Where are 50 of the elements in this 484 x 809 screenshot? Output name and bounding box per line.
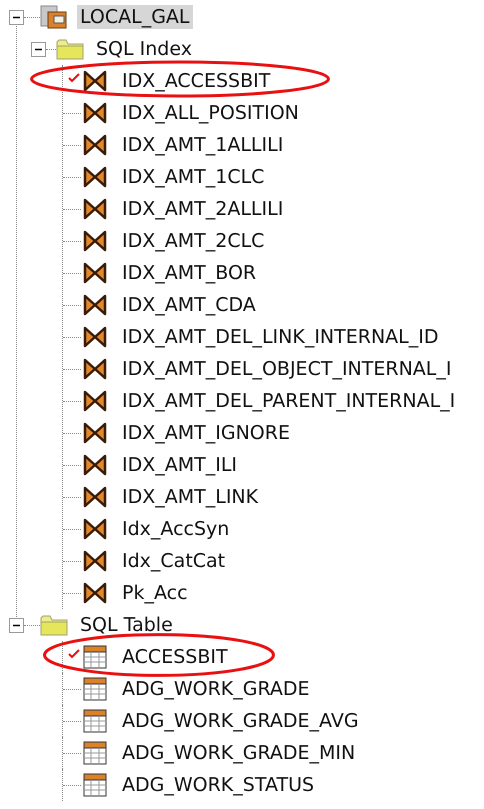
tree-item[interactable]: IDX_AMT_CDA <box>119 293 259 317</box>
collapse-toggle[interactable] <box>31 42 46 56</box>
tree-item[interactable]: IDX_AMT_IGNORE <box>119 421 293 445</box>
tree-item[interactable]: IDX_AMT_DEL_OBJECT_INTERNAL_I <box>119 357 454 381</box>
bowtie-icon <box>83 358 107 380</box>
tree-item[interactable]: SQL Index <box>93 37 195 61</box>
tree-item[interactable]: IDX_AMT_1ALLILI <box>119 133 286 157</box>
bowtie-icon <box>83 102 107 124</box>
tree-item[interactable]: Idx_CatCat <box>119 549 228 573</box>
table-icon <box>83 645 107 669</box>
tree-item[interactable]: Pk_Acc <box>119 581 191 605</box>
bowtie-icon <box>83 294 107 316</box>
bowtie-icon <box>83 230 107 252</box>
collapse-toggle[interactable] <box>9 618 24 632</box>
bowtie-icon <box>83 486 107 508</box>
tree-item[interactable]: IDX_AMT_LINK <box>119 485 262 509</box>
tree-item[interactable]: ADG_WORK_GRADE_AVG <box>119 709 362 733</box>
table-icon <box>83 709 107 733</box>
bowtie-icon <box>83 166 107 188</box>
tree-item[interactable]: Idx_AccSyn <box>119 517 232 541</box>
tree-item[interactable]: IDX_AMT_1CLC <box>119 165 268 189</box>
bowtie-icon <box>83 198 107 220</box>
tree-item[interactable]: IDX_AMT_ILI <box>119 453 240 477</box>
bowtie-icon <box>83 70 107 92</box>
folder-icon <box>40 613 68 637</box>
bowtie-icon <box>83 134 107 156</box>
bowtie-icon <box>83 390 107 412</box>
tree-item[interactable]: IDX_AMT_DEL_LINK_INTERNAL_ID <box>119 325 442 349</box>
tree-item[interactable]: SQL Table <box>77 613 176 637</box>
table-icon <box>83 741 107 765</box>
tree-item[interactable]: IDX_AMT_2ALLILI <box>119 197 286 221</box>
bowtie-icon <box>83 518 107 540</box>
bowtie-icon <box>83 262 107 284</box>
bowtie-icon <box>83 550 107 572</box>
tree-item[interactable]: ADG_WORK_GRADE_MIN <box>119 741 358 765</box>
tree-item[interactable]: ADG_WORK_GRADE <box>119 677 313 701</box>
collapse-toggle[interactable] <box>9 10 24 24</box>
bowtie-icon <box>83 326 107 348</box>
tree-item[interactable]: IDX_AMT_BOR <box>119 261 260 285</box>
bowtie-icon <box>83 582 107 604</box>
tree-item[interactable]: IDX_AMT_DEL_PARENT_INTERNAL_I <box>119 389 458 413</box>
bowtie-icon <box>83 454 107 476</box>
table-icon <box>83 773 107 797</box>
bowtie-icon <box>83 422 107 444</box>
tree-item[interactable]: IDX_ALL_POSITION <box>119 101 302 125</box>
table-icon <box>83 677 107 701</box>
folder-icon <box>56 37 84 61</box>
tree-item[interactable]: LOCAL_GAL <box>77 5 193 29</box>
tree-item[interactable]: ADG_WORK_STATUS <box>119 773 318 797</box>
tree-item[interactable]: IDX_AMT_2CLC <box>119 229 268 253</box>
